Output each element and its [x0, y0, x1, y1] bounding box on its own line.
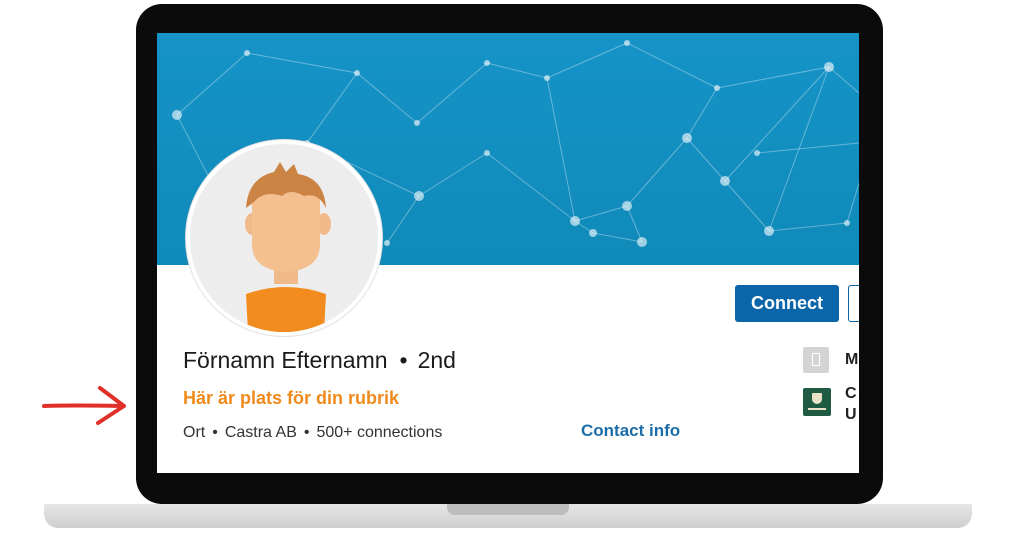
profile-meta-line: Ort • Castra AB • 500+ connections — [183, 424, 442, 442]
name-separator: • — [399, 347, 408, 373]
laptop-notch — [447, 504, 569, 515]
profile-name-line: Förnamn Efternamn • 2nd — [183, 347, 456, 374]
pointer-arrow-icon — [42, 386, 126, 425]
school-text[interactable]: C U — [845, 383, 857, 425]
connect-button[interactable]: Connect — [735, 285, 839, 322]
profile-name: Förnamn Efternamn — [183, 347, 388, 373]
avatar[interactable] — [186, 140, 382, 336]
connection-degree: 2nd — [417, 347, 456, 373]
contact-info-link[interactable]: Contact info — [581, 421, 680, 441]
meta-separator: • — [303, 424, 310, 441]
profile-company: Castra AB — [224, 424, 297, 441]
current-company-text[interactable]: M — [845, 351, 858, 369]
meta-separator: • — [212, 424, 218, 441]
profile-location: Ort — [183, 424, 206, 441]
school-icon — [803, 388, 831, 416]
profile-connections[interactable]: 500+ connections — [316, 424, 442, 441]
person-icon — [190, 144, 378, 332]
company-icon — [803, 347, 829, 373]
school-text-line-1: C — [845, 385, 857, 402]
profile-headline: Här är plats för din rubrik — [183, 388, 400, 408]
school-text-line-2: U — [845, 406, 857, 423]
more-actions-button[interactable] — [848, 285, 859, 322]
profile-screen: Connect Förnamn Efternamn • 2nd Här är pla… — [157, 33, 859, 473]
